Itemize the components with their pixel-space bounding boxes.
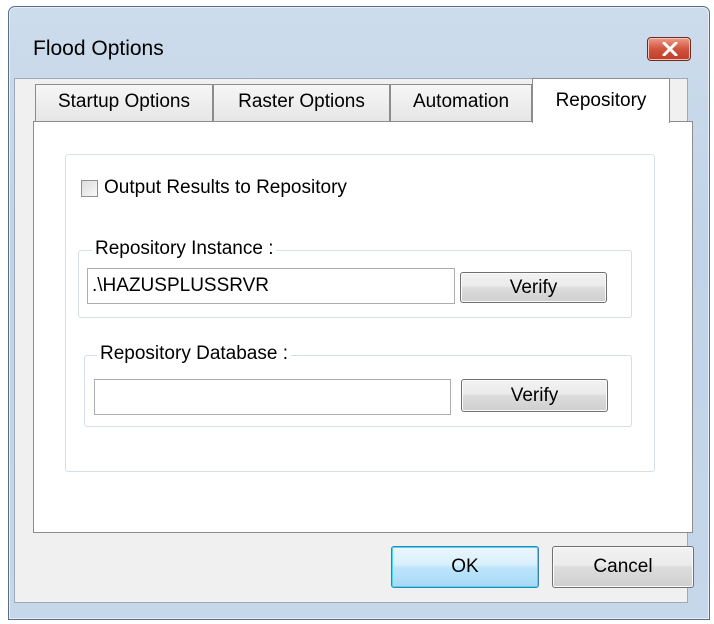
repository-instance-label: Repository Instance : [92, 238, 277, 260]
verify-instance-button[interactable]: Verify [460, 272, 607, 303]
repository-tab-panel: Output Results to Repository Repository … [33, 121, 693, 533]
close-button[interactable] [647, 37, 691, 61]
tab-repository[interactable]: Repository [532, 78, 670, 123]
window-title: Flood Options [33, 37, 164, 60]
repository-instance-input[interactable] [87, 268, 455, 304]
repository-database-input[interactable] [94, 379, 451, 415]
output-results-checkbox-row[interactable]: Output Results to Repository [81, 176, 347, 200]
tab-startup-options[interactable]: Startup Options [35, 84, 213, 121]
repository-database-label: Repository Database : [97, 343, 291, 365]
close-icon [662, 42, 678, 56]
ok-button[interactable]: OK [391, 546, 539, 588]
cancel-button[interactable]: Cancel [552, 546, 694, 588]
tab-automation[interactable]: Automation [390, 84, 532, 121]
output-results-label: Output Results to Repository [104, 177, 347, 198]
verify-database-button[interactable]: Verify [461, 379, 608, 412]
output-results-checkbox[interactable] [81, 179, 98, 197]
tab-raster-options[interactable]: Raster Options [213, 84, 390, 121]
